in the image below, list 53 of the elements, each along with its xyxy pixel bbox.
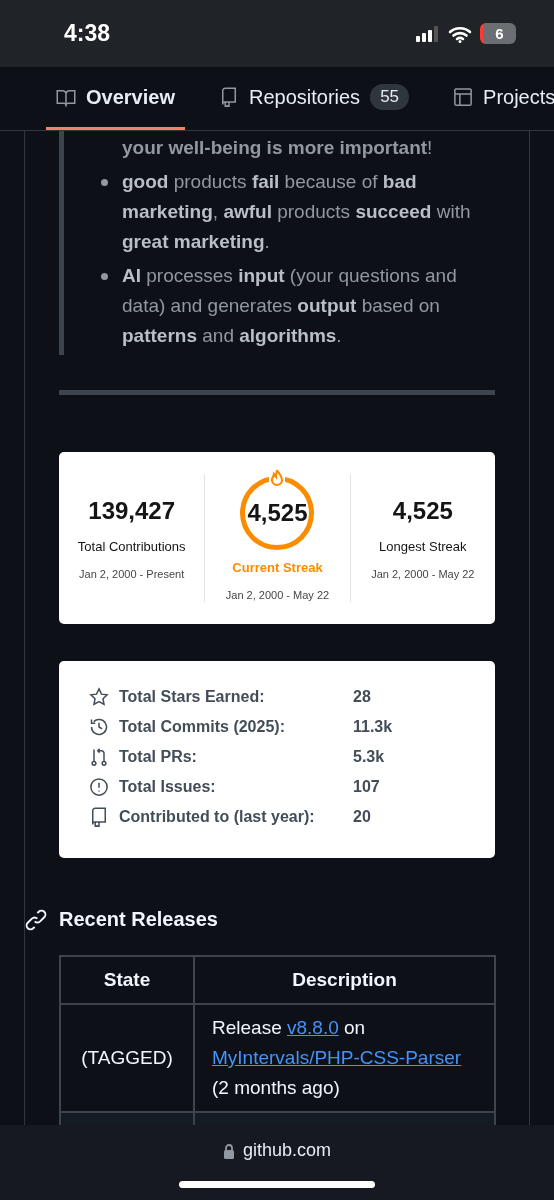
stat-value: 4,525 — [392, 496, 453, 525]
bullet-dot — [101, 273, 108, 280]
pull-request-icon — [89, 747, 109, 767]
book-icon — [56, 87, 76, 107]
status-time: 4:38 — [64, 20, 112, 47]
stat-label: Longest Streak — [379, 538, 467, 554]
tab-label: Overview — [86, 85, 175, 109]
date-range: Jan 2, 2000 - May 22 — [225, 588, 330, 601]
stat-label: Current Streak — [232, 559, 323, 575]
stat-value: 4,525 — [247, 498, 308, 527]
tab-label: Projects — [483, 85, 554, 109]
release-link[interactable]: v8.8.0 — [287, 1017, 339, 1038]
nav-tab[interactable]: Overview — [46, 67, 185, 130]
battery-icon: 6 — [480, 23, 516, 44]
quote-text: your well-being is more important! — [122, 136, 434, 160]
tab-label: Repositories — [248, 85, 361, 109]
column-header: Description — [194, 956, 495, 1004]
issue-icon — [89, 777, 109, 797]
description-text: Release — [212, 1017, 282, 1038]
wifi-icon — [448, 24, 472, 43]
url-text[interactable]: github.com — [242, 1140, 332, 1161]
column-header: State — [60, 956, 194, 1004]
nav-tab[interactable]: Projects — [443, 67, 554, 130]
date-range: Jan 2, 2000 - Present — [79, 567, 185, 580]
stat-value: 20 — [353, 808, 372, 826]
bullet-text: good products fail because of bad marketing, awful products succeed with great marketing. — [122, 170, 472, 254]
description-text: on — [344, 1017, 366, 1038]
stat-value: 5.3k — [353, 748, 386, 766]
link-icon — [25, 908, 47, 931]
history-icon — [89, 717, 109, 737]
stat-label: Total Stars Earned: — [119, 688, 266, 706]
repo-icon — [89, 807, 109, 827]
release-link[interactable]: MyIntervals/PHP-CSS-Parser — [212, 1047, 462, 1068]
stat-label: Total Issues: — [119, 778, 217, 796]
nav-tab[interactable]: Repositories 55 — [208, 67, 420, 130]
stat-value: 11.3k — [353, 718, 394, 736]
stat-value: 139,427 — [88, 496, 176, 525]
stat-label: Total PRs: — [119, 748, 198, 766]
stat-value: 107 — [353, 778, 381, 796]
stat-label: Total Contributions — [77, 538, 186, 554]
table-icon — [453, 87, 474, 107]
date-range: Jan 2, 2000 - May 22 — [371, 567, 475, 580]
bullet-text: AI processes input (your questions and data) and generates output based on patterns and algorithms. — [122, 264, 458, 348]
count-badge: 55 — [370, 84, 410, 110]
section-heading: Recent Releases — [59, 908, 218, 931]
lock-icon — [222, 1142, 235, 1159]
stat-label: Total Commits (2025): — [119, 718, 286, 736]
stat-value: 28 — [353, 688, 372, 706]
bullet-dot — [101, 179, 108, 186]
description-text: (2 months ago) — [212, 1077, 340, 1098]
stat-label: Contributed to (last year): — [119, 808, 316, 826]
signal-icon — [416, 25, 440, 42]
star-icon — [89, 687, 109, 707]
